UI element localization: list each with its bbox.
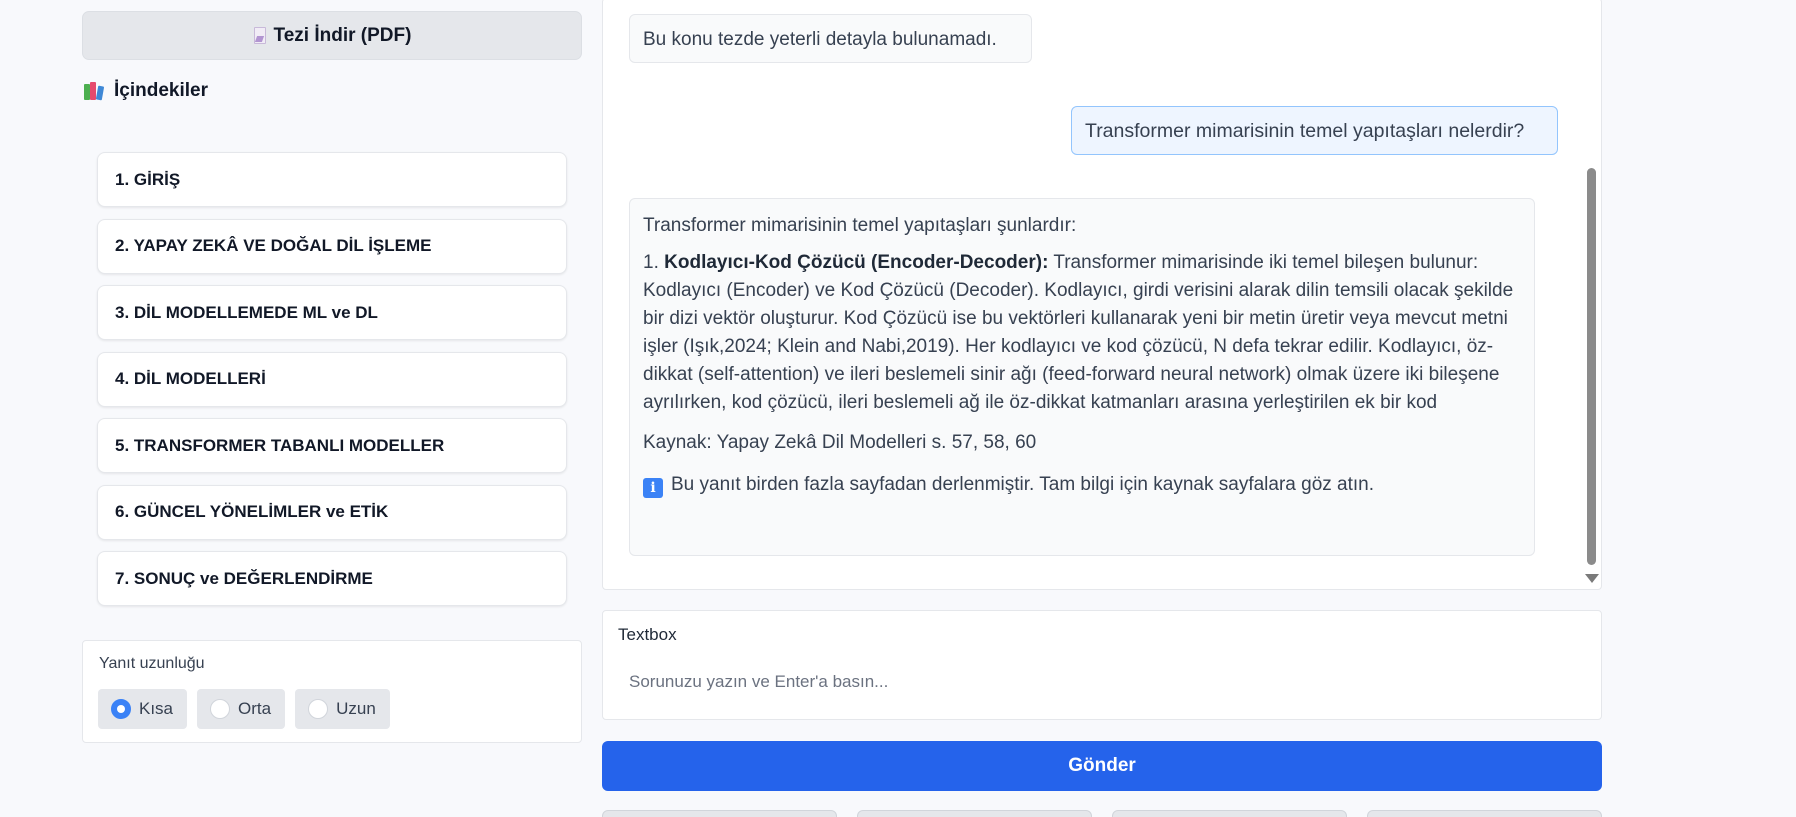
scroll-down-arrow-icon[interactable] [1585, 574, 1599, 583]
books-icon [84, 82, 106, 101]
toc-item-yapay-zeka[interactable]: 2. YAPAY ZEKÂ VE DOĞAL DİL İŞLEME [97, 218, 567, 274]
response-length-label: Yanıt uzunluğu [99, 655, 205, 672]
answer-source: Kaynak: Yapay Zekâ Dil Modelleri s. 57, … [643, 432, 1037, 453]
document-icon [253, 27, 266, 44]
chat-scrollbar-thumb[interactable] [1587, 168, 1596, 565]
toc-item-label: 7. SONUÇ ve DEĞERLENDİRME [115, 568, 373, 588]
toc-list: 1. GİRİŞ 2. YAPAY ZEKÂ VE DOĞAL DİL İŞLE… [97, 152, 567, 618]
send-button[interactable]: Gönder [602, 741, 1602, 791]
toc-item-guncel[interactable]: 6. GÜNCEL YÖNELİMLER ve ETİK [97, 484, 567, 540]
bot-message: Transformer mimarisinin temel yapıtaşlar… [629, 198, 1535, 556]
toc-item-giris[interactable]: 1. GİRİŞ [97, 152, 567, 207]
toc-item-dil-modellemede[interactable]: 3. DİL MODELLEMEDE ML ve DL [97, 285, 567, 340]
bottom-button[interactable] [602, 810, 837, 817]
toc-item-transformer[interactable]: 5. TRANSFORMER TABANLI MODELLER [97, 418, 567, 473]
bot-message: Bu konu tezde yeterli detayla bulunamadı… [629, 14, 1032, 63]
user-message: Transformer mimarisinin temel yapıtaşlar… [1071, 106, 1558, 155]
bottom-button[interactable] [857, 810, 1092, 817]
radio-option-kisa[interactable]: Kısa [98, 689, 188, 729]
toc-item-label: 2. YAPAY ZEKÂ VE DOĞAL DİL İŞLEME [115, 236, 432, 255]
radio-unchecked-icon[interactable] [210, 699, 231, 719]
toc-item-dil-modelleri[interactable]: 4. DİL MODELLERİ [97, 351, 567, 407]
toc-item-sonuc[interactable]: 7. SONUÇ ve DEĞERLENDİRME [97, 551, 567, 606]
toc-item-label: 5. TRANSFORMER TABANLI MODELLER [115, 435, 445, 455]
bottom-button-row [602, 810, 1602, 817]
radio-option-label: Orta [238, 699, 272, 718]
bottom-button[interactable] [1367, 810, 1602, 817]
radio-option-uzun[interactable]: Uzun [295, 689, 390, 729]
radio-checked-icon[interactable] [111, 699, 131, 719]
answer-item-number: 1. [643, 252, 659, 273]
answer-item: 1. Kodlayıcı-Kod Çözücü (Encoder-Decoder… [643, 249, 1521, 417]
chat-history[interactable]: Bu konu tezde yeterli detayla bulunamadı… [602, 0, 1602, 590]
toc-heading-label: İçindekiler [114, 80, 208, 101]
answer-item-title: Kodlayıcı-Kod Çözücü (Encoder-Decoder): [664, 252, 1049, 273]
radio-option-label: Uzun [336, 699, 376, 718]
toc-item-label: 4. DİL MODELLERİ [115, 369, 266, 388]
question-input[interactable] [617, 661, 1585, 703]
info-icon: i [643, 478, 663, 498]
toc-item-label: 1. GİRİŞ [115, 169, 181, 189]
toc-heading: İçindekiler [84, 80, 208, 102]
textbox-label: Textbox [618, 625, 677, 644]
response-length-options: Kısa Orta Uzun [98, 689, 390, 729]
toc-item-label: 6. GÜNCEL YÖNELİMLER ve ETİK [115, 502, 389, 521]
bottom-button[interactable] [1112, 810, 1347, 817]
response-length-group: Yanıt uzunluğu Kısa Orta Uzun [82, 640, 582, 743]
radio-option-label: Kısa [139, 699, 174, 718]
answer-intro: Transformer mimarisinin temel yapıtaşlar… [643, 215, 1077, 236]
download-thesis-label: Tezi İndir (PDF) [273, 24, 412, 46]
radio-option-orta[interactable]: Orta [197, 689, 286, 729]
question-textbox-container: Textbox [602, 610, 1602, 720]
answer-item-text: Transformer mimarisinde iki temel bileşe… [643, 252, 1514, 413]
answer-note-text: Bu yanıt birden fazla sayfadan derlenmiş… [671, 474, 1375, 495]
download-thesis-button[interactable]: Tezi İndir (PDF) [82, 11, 582, 60]
radio-unchecked-icon[interactable] [308, 699, 329, 719]
toc-item-label: 3. DİL MODELLEMEDE ML ve DL [115, 302, 378, 322]
answer-note: i Bu yanıt birden fazla sayfadan derlenmi… [643, 471, 1521, 499]
